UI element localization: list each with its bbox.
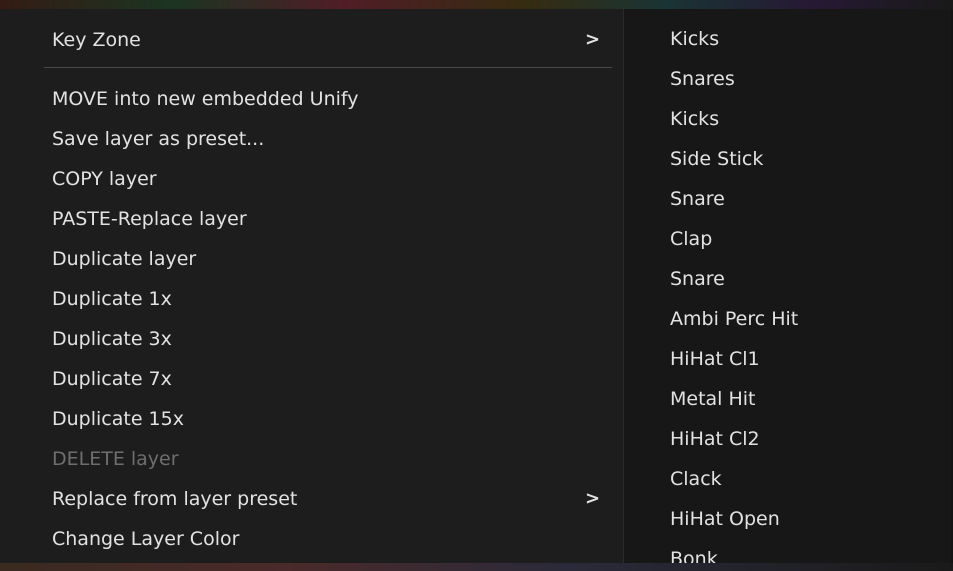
menu-item-label: MOVE into new embedded Unify bbox=[52, 88, 359, 110]
submenu-item-kicks[interactable]: Kicks bbox=[624, 20, 951, 58]
menu-item-key-zone[interactable]: Key Zone > bbox=[0, 21, 624, 59]
submenu-item-label: Metal Hit bbox=[670, 388, 756, 410]
submenu-item-kicks-2[interactable]: Kicks bbox=[624, 100, 951, 138]
menu-item-label: COPY layer bbox=[52, 168, 157, 190]
submenu-arrow-icon: > bbox=[585, 488, 601, 509]
submenu-item-label: HiHat Cl2 bbox=[670, 428, 760, 450]
menu-item-label: Duplicate layer bbox=[52, 248, 197, 270]
menu-item-label: DELETE layer bbox=[52, 448, 179, 470]
menu-item-delete-layer: DELETE layer bbox=[0, 440, 624, 478]
menu-item-label: Duplicate 1x bbox=[52, 288, 172, 310]
submenu-item-label: Snare bbox=[670, 268, 725, 290]
menu-item-label: Change Layer Color bbox=[52, 528, 240, 550]
submenu-item-snare-2[interactable]: Snare bbox=[624, 260, 951, 298]
menu-item-duplicate-layer[interactable]: Duplicate layer bbox=[0, 240, 624, 278]
submenu-item-label: Clap bbox=[670, 228, 713, 250]
menu-item-replace-from-layer-preset[interactable]: Replace from layer preset > bbox=[0, 480, 624, 518]
submenu-item-clap[interactable]: Clap bbox=[624, 220, 951, 258]
submenu-item-label: Ambi Perc Hit bbox=[670, 308, 799, 330]
submenu-item-label: Snare bbox=[670, 188, 725, 210]
submenu-item-snares[interactable]: Snares bbox=[624, 60, 951, 98]
submenu-item-label: Snares bbox=[670, 68, 735, 90]
menu-item-label: Duplicate 7x bbox=[52, 368, 172, 390]
menu-item-duplicate-3x[interactable]: Duplicate 3x bbox=[0, 320, 624, 358]
menu-item-label: PASTE-Replace layer bbox=[52, 208, 247, 230]
menu-item-label: Key Zone bbox=[52, 29, 141, 51]
menu-item-duplicate-1x[interactable]: Duplicate 1x bbox=[0, 280, 624, 318]
submenu-item-side-stick[interactable]: Side Stick bbox=[624, 140, 951, 178]
submenu-item-label: Side Stick bbox=[670, 148, 764, 170]
app-stage: Key Zone > MOVE into new embedded Unify … bbox=[0, 0, 953, 571]
submenu-item-label: Clack bbox=[670, 468, 722, 490]
submenu-item-snare[interactable]: Snare bbox=[624, 180, 951, 218]
submenu-item-clack[interactable]: Clack bbox=[624, 460, 951, 498]
submenu-item-metal-hit[interactable]: Metal Hit bbox=[624, 380, 951, 418]
menu-separator bbox=[44, 67, 612, 68]
menu-item-label: Replace from layer preset bbox=[52, 488, 298, 510]
menu-item-label: Save layer as preset... bbox=[52, 128, 265, 150]
menu-item-paste-replace-layer[interactable]: PASTE-Replace layer bbox=[0, 200, 624, 238]
layer-context-menu: Key Zone > MOVE into new embedded Unify … bbox=[0, 9, 624, 565]
key-zone-submenu: Kicks Snares Kicks Side Stick Snare Clap… bbox=[624, 9, 951, 571]
submenu-item-hihat-cl1[interactable]: HiHat Cl1 bbox=[624, 340, 951, 378]
submenu-item-ambi-perc-hit[interactable]: Ambi Perc Hit bbox=[624, 300, 951, 338]
submenu-item-hihat-open[interactable]: HiHat Open bbox=[624, 500, 951, 538]
submenu-arrow-icon: > bbox=[585, 29, 601, 50]
menu-item-save-layer-as-preset[interactable]: Save layer as preset... bbox=[0, 120, 624, 158]
submenu-item-label: Kicks bbox=[670, 108, 720, 130]
submenu-item-label: HiHat Open bbox=[670, 508, 780, 530]
background-app-strip-bottom bbox=[0, 563, 953, 571]
menu-item-move-into-embedded-unify[interactable]: MOVE into new embedded Unify bbox=[0, 80, 624, 118]
submenu-item-label: HiHat Cl1 bbox=[670, 348, 760, 370]
menu-item-copy-layer[interactable]: COPY layer bbox=[0, 160, 624, 198]
submenu-item-hihat-cl2[interactable]: HiHat Cl2 bbox=[624, 420, 951, 458]
menu-item-change-layer-color[interactable]: Change Layer Color bbox=[0, 520, 624, 558]
menu-item-label: Duplicate 3x bbox=[52, 328, 172, 350]
submenu-item-label: Kicks bbox=[670, 28, 720, 50]
menu-item-duplicate-7x[interactable]: Duplicate 7x bbox=[0, 360, 624, 398]
menu-item-label: Duplicate 15x bbox=[52, 408, 184, 430]
menu-item-duplicate-15x[interactable]: Duplicate 15x bbox=[0, 400, 624, 438]
